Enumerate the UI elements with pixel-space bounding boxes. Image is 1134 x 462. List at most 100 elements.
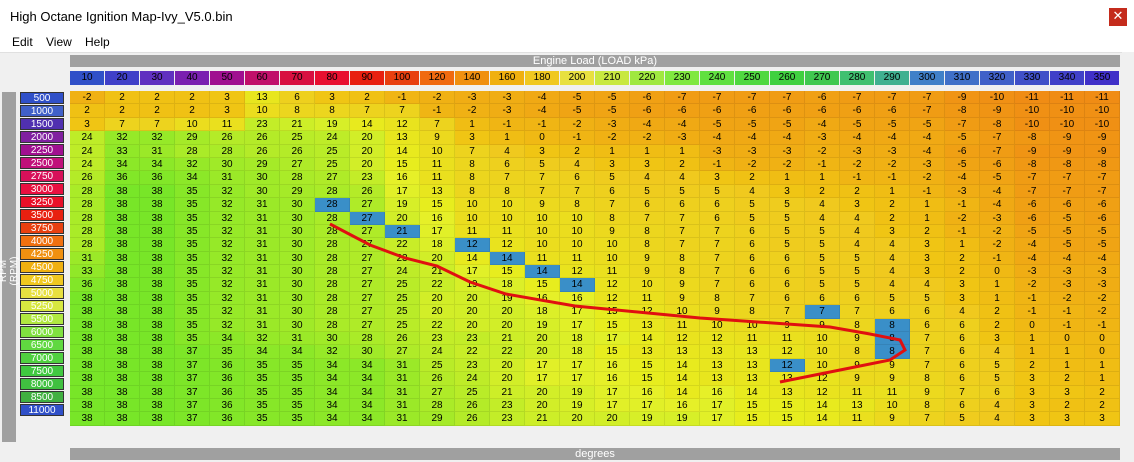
- map-cell[interactable]: 3: [1085, 412, 1120, 426]
- map-cell[interactable]: 10: [805, 332, 840, 346]
- map-cell[interactable]: 38: [105, 198, 140, 212]
- map-cell[interactable]: -3: [910, 157, 945, 172]
- menu-view[interactable]: View: [46, 35, 72, 49]
- map-cell[interactable]: 5: [770, 211, 805, 225]
- map-cell[interactable]: 10: [175, 117, 210, 132]
- map-cell[interactable]: 20: [560, 412, 595, 426]
- map-cell[interactable]: 18: [560, 332, 595, 346]
- map-cell[interactable]: -2: [455, 104, 490, 118]
- map-cell[interactable]: 23: [455, 332, 490, 346]
- map-cell[interactable]: 10: [455, 211, 490, 225]
- map-cell[interactable]: 3: [840, 198, 875, 212]
- map-cell[interactable]: 4: [980, 398, 1015, 413]
- map-cell[interactable]: 18: [490, 278, 525, 292]
- map-cell[interactable]: 2: [805, 184, 840, 199]
- map-cell[interactable]: 30: [280, 238, 315, 252]
- map-cell[interactable]: 14: [805, 412, 840, 426]
- map-cell[interactable]: 8: [665, 265, 700, 279]
- map-cell[interactable]: -4: [665, 117, 700, 132]
- map-cell[interactable]: 37: [175, 385, 210, 399]
- map-cell[interactable]: 38: [105, 305, 140, 319]
- map-cell[interactable]: 11: [490, 224, 525, 239]
- map-cell[interactable]: 23: [420, 332, 455, 346]
- map-cell[interactable]: 19: [525, 318, 560, 333]
- map-cell[interactable]: 28: [70, 238, 105, 252]
- map-cell[interactable]: 7: [910, 345, 945, 359]
- map-cell[interactable]: 27: [315, 171, 350, 185]
- ignition-map-grid[interactable]: -2 2 2 2 3 13 6 3 2 -1 -2 -3 -3 -4 -5 -5 -6 -7 -7 -7 -7 -6 -7-…: [70, 91, 1120, 426]
- map-cell[interactable]: 2: [560, 144, 595, 158]
- map-cell[interactable]: 8: [630, 238, 665, 252]
- map-cell[interactable]: -4: [1015, 238, 1050, 252]
- map-cell[interactable]: 1: [770, 171, 805, 185]
- map-cell[interactable]: 4: [875, 238, 910, 252]
- map-cell[interactable]: -6: [1085, 211, 1120, 225]
- map-cell[interactable]: 34: [280, 345, 315, 359]
- map-cell[interactable]: 38: [140, 385, 175, 399]
- map-cell[interactable]: 15: [770, 398, 805, 413]
- map-cell[interactable]: 24: [70, 144, 105, 158]
- map-cell[interactable]: 34: [315, 412, 350, 426]
- map-cell[interactable]: 12: [665, 332, 700, 346]
- map-cell[interactable]: 36: [210, 385, 245, 399]
- map-cell[interactable]: 28: [420, 398, 455, 413]
- map-cell[interactable]: 7: [595, 198, 630, 212]
- map-cell[interactable]: 25: [280, 131, 315, 145]
- map-cell[interactable]: 38: [140, 318, 175, 333]
- map-cell[interactable]: 4: [560, 157, 595, 172]
- map-cell[interactable]: 19: [560, 385, 595, 399]
- map-cell[interactable]: -4: [700, 131, 735, 145]
- map-cell[interactable]: 30: [280, 198, 315, 212]
- map-cell[interactable]: 10: [490, 198, 525, 212]
- map-cell[interactable]: 31: [245, 198, 280, 212]
- map-cell[interactable]: 3: [1015, 398, 1050, 413]
- vertical-scrollbar[interactable]: [1122, 52, 1134, 462]
- map-cell[interactable]: 33: [105, 144, 140, 158]
- map-cell[interactable]: -4: [980, 184, 1015, 199]
- map-cell[interactable]: 13: [735, 372, 770, 386]
- map-cell[interactable]: 21: [280, 117, 315, 132]
- map-cell[interactable]: 5: [910, 291, 945, 306]
- map-cell[interactable]: 25: [385, 278, 420, 292]
- map-cell[interactable]: -5: [700, 117, 735, 132]
- map-cell[interactable]: 28: [315, 305, 350, 319]
- map-cell[interactable]: 38: [140, 265, 175, 279]
- map-cell[interactable]: 1: [630, 144, 665, 158]
- map-cell[interactable]: 26: [455, 412, 490, 426]
- map-cell[interactable]: 15: [385, 157, 420, 172]
- map-cell[interactable]: 28: [315, 265, 350, 279]
- map-cell[interactable]: 15: [630, 358, 665, 373]
- map-cell[interactable]: 38: [105, 385, 140, 399]
- map-cell[interactable]: 38: [70, 305, 105, 319]
- menu-edit[interactable]: Edit: [12, 35, 33, 49]
- map-cell[interactable]: -5: [1050, 224, 1085, 239]
- map-cell[interactable]: 31: [245, 291, 280, 306]
- map-cell[interactable]: 20: [595, 412, 630, 426]
- map-cell[interactable]: 11: [630, 291, 665, 306]
- map-cell[interactable]: 34: [175, 171, 210, 185]
- map-cell[interactable]: 14: [455, 251, 490, 266]
- map-cell[interactable]: 8: [910, 372, 945, 386]
- map-cell[interactable]: 6: [735, 251, 770, 266]
- map-cell[interactable]: 20: [385, 211, 420, 225]
- map-cell[interactable]: 38: [105, 184, 140, 199]
- map-cell[interactable]: -4: [945, 171, 980, 185]
- map-cell[interactable]: 16: [420, 211, 455, 225]
- map-cell[interactable]: 25: [315, 144, 350, 158]
- map-cell[interactable]: 2: [140, 104, 175, 118]
- map-cell[interactable]: 1: [595, 144, 630, 158]
- map-cell[interactable]: 31: [385, 385, 420, 399]
- map-cell[interactable]: 38: [70, 372, 105, 386]
- map-cell[interactable]: -3: [595, 117, 630, 132]
- map-cell[interactable]: 5: [875, 291, 910, 306]
- map-cell[interactable]: 1: [490, 131, 525, 145]
- map-cell[interactable]: 31: [280, 332, 315, 346]
- map-cell[interactable]: 6: [945, 372, 980, 386]
- map-cell[interactable]: 8: [455, 184, 490, 199]
- map-cell[interactable]: 17: [700, 412, 735, 426]
- map-cell[interactable]: 37: [175, 412, 210, 426]
- map-cell[interactable]: 15: [525, 278, 560, 292]
- map-cell[interactable]: 9: [665, 291, 700, 306]
- map-cell[interactable]: 21: [490, 385, 525, 399]
- map-cell[interactable]: 24: [385, 265, 420, 279]
